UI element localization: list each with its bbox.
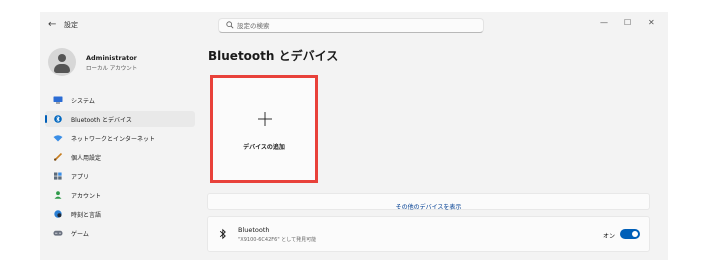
avatar: [48, 48, 76, 76]
sidebar-item-label: アプリ: [71, 174, 90, 181]
sidebar-item-label: システム: [71, 98, 95, 105]
sidebar-nav: システム Bluetooth とデバイス ネットワークとインターネット 個人用設…: [45, 92, 195, 244]
add-device-label: デバイスの追加: [243, 144, 285, 151]
search-icon: [226, 21, 234, 29]
monitor-icon: [53, 96, 63, 104]
sidebar-item-personalization[interactable]: 個人用設定: [45, 149, 195, 165]
add-device-button[interactable]: デバイスの追加: [210, 75, 318, 183]
apps-icon: [54, 172, 62, 180]
sidebar-item-label: Bluetooth とデバイス: [71, 117, 132, 124]
sidebar-item-bluetooth[interactable]: Bluetooth とデバイス: [45, 111, 195, 127]
page-title: Bluetooth とデバイス: [208, 49, 339, 63]
bluetooth-icon: [54, 115, 62, 123]
maximize-button[interactable]: ☐: [624, 18, 631, 27]
user-profile[interactable]: Administrator ローカル アカウント: [48, 48, 198, 78]
globe-clock-icon: [54, 210, 62, 218]
minimize-button[interactable]: —: [600, 18, 608, 27]
back-button[interactable]: ←: [48, 19, 56, 30]
title-bar: ← 設定 — ☐ ✕: [40, 12, 668, 40]
brush-icon: [54, 153, 63, 161]
bluetooth-setting-row: Bluetooth "X9100-6C42F6" として発見可能 オン: [207, 216, 650, 252]
bluetooth-discoverable-status: "X9100-6C42F6" として発見可能: [238, 237, 317, 243]
settings-window: ← 設定 — ☐ ✕ Administrator ローカル アカウント システム: [40, 12, 668, 260]
plus-icon: [258, 112, 272, 126]
sidebar-item-gaming[interactable]: ゲーム: [45, 225, 195, 241]
user-name: Administrator: [86, 54, 137, 62]
sidebar-item-label: 個人用設定: [71, 155, 102, 162]
sidebar-item-label: 時刻と言語: [71, 212, 102, 219]
sidebar-item-accounts[interactable]: アカウント: [45, 187, 195, 203]
gamepad-icon: [53, 230, 63, 236]
bluetooth-title: Bluetooth: [238, 226, 270, 234]
search-input[interactable]: [237, 19, 467, 32]
sidebar-item-time-language[interactable]: 時刻と言語: [45, 206, 195, 222]
close-button[interactable]: ✕: [648, 18, 655, 27]
sidebar-item-label: ゲーム: [71, 231, 89, 238]
wifi-icon: [53, 135, 63, 142]
sidebar-item-apps[interactable]: アプリ: [45, 168, 195, 184]
show-more-devices-row[interactable]: その他のデバイスを表示: [207, 193, 650, 211]
show-more-devices-link[interactable]: その他のデバイスを表示: [396, 204, 462, 211]
sidebar-item-network[interactable]: ネットワークとインターネット: [45, 130, 195, 146]
bluetooth-icon: [219, 228, 226, 240]
bluetooth-toggle[interactable]: [620, 229, 640, 239]
sidebar-item-system[interactable]: システム: [45, 92, 195, 108]
person-icon: [54, 191, 62, 199]
active-indicator: [45, 115, 47, 123]
sidebar-item-label: ネットワークとインターネット: [71, 136, 156, 143]
account-type: ローカル アカウント: [86, 66, 138, 72]
bluetooth-state-label: オン: [603, 233, 616, 240]
sidebar-item-label: アカウント: [71, 193, 102, 200]
search-box[interactable]: [218, 18, 484, 33]
app-title: 設定: [64, 21, 78, 29]
toggle-knob: [632, 231, 638, 237]
